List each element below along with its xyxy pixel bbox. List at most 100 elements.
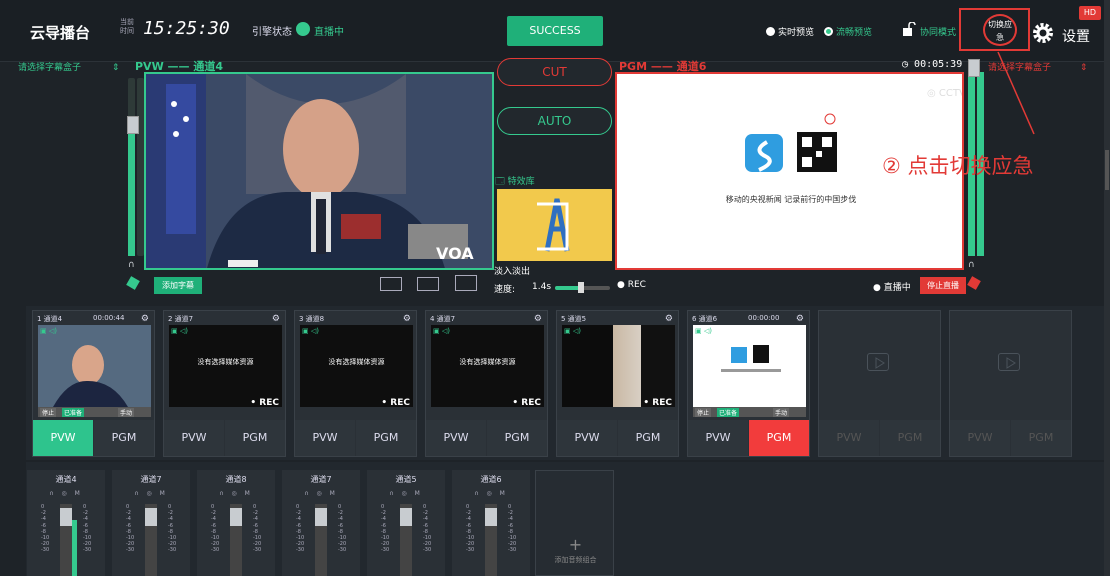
pgm-button[interactable]: PGM: [94, 420, 154, 456]
no-media-text: 没有选择媒体资源: [197, 358, 254, 366]
pvw-button[interactable]: PVW: [164, 420, 224, 456]
channel-thumbnail[interactable]: 没有选择媒体资源 ▣ ◁): [300, 325, 413, 407]
mixer-fader-knob[interactable]: [315, 508, 327, 526]
pgm-button[interactable]: PGM: [1011, 420, 1071, 456]
mixer-icons[interactable]: ∩ ◎ M: [112, 490, 190, 497]
audio-mixer-channel: 通道5 ∩ ◎ M 0 -2 -4 -6 -8 -10 -20 -30 0 -2 -4 -6 -8 -1…: [367, 470, 445, 576]
scale-tick: -30: [253, 547, 262, 554]
channel-gear-icon[interactable]: ⚙: [272, 314, 280, 324]
realtime-preview-radio[interactable]: [766, 27, 775, 36]
channel-thumbnail[interactable]: 没有选择媒体资源 ▣ ◁): [169, 325, 282, 407]
pgm-rec-indicator[interactable]: ● REC: [617, 280, 646, 290]
pvw-volume-meter: [137, 78, 144, 256]
gear-icon[interactable]: [1032, 22, 1054, 44]
manual-button[interactable]: 手动: [118, 408, 135, 417]
settings-label[interactable]: 设置: [1062, 26, 1090, 46]
mixer-icons[interactable]: ∩ ◎ M: [197, 490, 275, 497]
pvw-button[interactable]: PVW: [819, 420, 879, 456]
smooth-preview-radio[interactable]: [824, 27, 833, 36]
mixer-fader-knob[interactable]: [400, 508, 412, 526]
channel-gear-icon[interactable]: ⚙: [141, 314, 149, 324]
subtitle-box-select-left[interactable]: 请选择字幕盒子 ⇕: [18, 60, 119, 73]
pgm-volume-knob[interactable]: [968, 59, 980, 77]
channel-rec-indicator[interactable]: • REC: [381, 398, 410, 408]
channel-card[interactable]: 5 通道5 ⚙ ▣ ◁) • REC PVW PGM: [556, 310, 679, 457]
pgm-button[interactable]: PGM: [880, 420, 940, 456]
pvw-volume-knob[interactable]: [127, 116, 139, 134]
mixer-icons[interactable]: ∩ ◎ M: [452, 490, 530, 497]
fade-effect-thumbnail[interactable]: [497, 189, 612, 261]
channel-thumbnail[interactable]: ▣ ◁): [562, 325, 675, 407]
channel-rec-indicator[interactable]: • REC: [250, 398, 279, 408]
layout-single-icon[interactable]: [380, 277, 402, 291]
stop-button[interactable]: 停止: [40, 408, 57, 417]
cube-icon[interactable]: [967, 276, 981, 290]
success-button[interactable]: SUCCESS: [507, 16, 603, 46]
pvw-volume-slider[interactable]: [128, 78, 135, 256]
pgm-caption: 移动的央视新闻 记录前行的中国步伐: [726, 194, 857, 204]
pvw-button[interactable]: PVW: [557, 420, 617, 456]
channel-gear-icon[interactable]: ⚙: [665, 314, 673, 324]
add-audio-group-button[interactable]: + 添加音频组合: [535, 470, 614, 576]
pgm-button[interactable]: PGM: [225, 420, 285, 456]
empty-channel-card[interactable]: PVW PGM: [949, 310, 1072, 457]
stop-live-button[interactable]: 停止直播: [920, 277, 966, 294]
channel-rec-indicator[interactable]: • REC: [643, 398, 672, 408]
play-icon[interactable]: [998, 353, 1020, 371]
auto-button[interactable]: AUTO: [497, 107, 612, 135]
unlock-icon[interactable]: [902, 22, 916, 36]
mixer-icons[interactable]: ∩ ◎ M: [367, 490, 445, 497]
speed-slider-knob[interactable]: [577, 282, 584, 293]
stop-button[interactable]: 停止: [695, 408, 712, 417]
channel-gear-icon[interactable]: ⚙: [534, 314, 542, 324]
mixer-icons[interactable]: ∩ ◎ M: [282, 490, 360, 497]
layout-pip-icon[interactable]: [417, 277, 439, 291]
play-icon[interactable]: [867, 353, 889, 371]
channel-thumbnail[interactable]: 没有选择媒体资源 ▣ ◁): [431, 325, 544, 407]
pgm-button[interactable]: PGM: [749, 420, 809, 456]
smooth-preview-label[interactable]: 流畅预览: [836, 25, 872, 38]
channel-card[interactable]: 4 通道7 ⚙ 没有选择媒体资源 ▣ ◁) • REC PVW PGM: [425, 310, 548, 457]
cut-button[interactable]: CUT: [497, 58, 612, 86]
channel-gear-icon[interactable]: ⚙: [403, 314, 411, 324]
scale-tick: -30: [508, 547, 517, 554]
effects-library-label[interactable]: 🗔 特效库: [495, 174, 535, 190]
channel-card[interactable]: 2 通道7 ⚙ 没有选择媒体资源 ▣ ◁) • REC PVW PGM: [163, 310, 286, 457]
pvw-button[interactable]: PVW: [33, 420, 93, 456]
pgm-button[interactable]: PGM: [487, 420, 547, 456]
mixer-fader-knob[interactable]: [230, 508, 242, 526]
mixer-icons[interactable]: ∩ ◎ M: [27, 490, 105, 497]
scale-tick: -30: [41, 547, 50, 554]
channel-gear-icon[interactable]: ⚙: [796, 314, 804, 324]
channel-time: 00:00:00: [748, 314, 780, 322]
channel-card[interactable]: 3 通道8 ⚙ 没有选择媒体资源 ▣ ◁) • REC PVW PGM: [294, 310, 417, 457]
channel-thumbnail[interactable]: ▣ ◁): [38, 325, 151, 407]
pvw-button[interactable]: PVW: [295, 420, 355, 456]
layout-split-icon[interactable]: [455, 275, 477, 291]
pvw-button[interactable]: PVW: [688, 420, 748, 456]
channel-rec-indicator[interactable]: • REC: [512, 398, 541, 408]
cube-icon[interactable]: [126, 276, 140, 290]
realtime-preview-label[interactable]: 实时预览: [778, 25, 814, 38]
channel-card[interactable]: 1 通道4 00:00:44 ⚙ ▣ ◁) 停止 已准备 手动 PVW PGM: [32, 310, 155, 457]
mixer-scale-left: 0 -2 -4 -6 -8 -10 -20 -30: [126, 504, 134, 554]
manual-button[interactable]: 手动: [773, 408, 790, 417]
pvw-button[interactable]: PVW: [426, 420, 486, 456]
audio-icon: ▣ ◁): [302, 327, 319, 335]
add-subtitle-button[interactable]: 添加字幕: [154, 277, 202, 294]
pgm-button[interactable]: PGM: [618, 420, 678, 456]
headphone-icon[interactable]: ∩: [128, 260, 135, 270]
channel-card[interactable]: 6 通道6 00:00:00 ⚙ ▣ ◁) 停止 已准备 手动 PVW PGM: [687, 310, 810, 457]
channel-thumbnail[interactable]: ▣ ◁): [693, 325, 806, 407]
mixer-fader-knob[interactable]: [60, 508, 72, 526]
mixer-fader-knob[interactable]: [485, 508, 497, 526]
pgm-button[interactable]: PGM: [356, 420, 416, 456]
headphone-icon[interactable]: ∩: [968, 260, 975, 270]
scrollbar[interactable]: [1104, 0, 1110, 576]
pvw-button[interactable]: PVW: [950, 420, 1010, 456]
scrollbar-thumb[interactable]: [1105, 150, 1109, 190]
empty-channel-card[interactable]: PVW PGM: [818, 310, 941, 457]
collab-mode-label[interactable]: 协同模式: [920, 25, 956, 38]
mixer-fader-knob[interactable]: [145, 508, 157, 526]
switch-emergency-button[interactable]: 切换应急: [983, 14, 1017, 46]
